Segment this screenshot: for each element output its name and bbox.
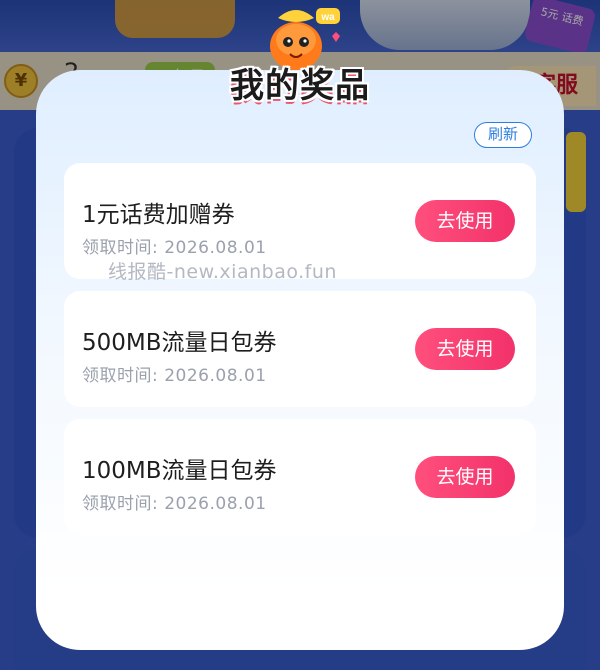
date-label: 领取时间:	[82, 238, 159, 258]
date-value: 2026.08.01	[164, 366, 267, 386]
use-button[interactable]: 去使用	[415, 200, 515, 242]
prize-card: 100MB流量日包券 领取时间: 2026.08.01 去使用	[64, 419, 536, 535]
prize-name: 1元话费加赠券	[82, 202, 235, 228]
prize-date: 领取时间: 2026.08.01	[82, 233, 267, 258]
svg-text:wa: wa	[320, 12, 335, 23]
prize-card: 500MB流量日包券 领取时间: 2026.08.01 去使用	[64, 291, 536, 407]
date-value: 2026.08.01	[164, 494, 267, 514]
date-label: 领取时间:	[82, 494, 159, 514]
date-value: 2026.08.01	[164, 238, 267, 258]
prize-date: 领取时间: 2026.08.01	[82, 489, 267, 514]
prize-date: 领取时间: 2026.08.01	[82, 361, 267, 386]
use-button[interactable]: 去使用	[415, 456, 515, 498]
prize-name: 500MB流量日包券	[82, 330, 277, 356]
refresh-button[interactable]: 刷新	[474, 122, 532, 148]
modal-title: 我的奖品	[230, 66, 370, 106]
prize-name: 100MB流量日包券	[82, 458, 277, 484]
use-button[interactable]: 去使用	[415, 328, 515, 370]
date-label: 领取时间:	[82, 366, 159, 386]
watermark-text: 线报酷-new.xianbao.fun	[108, 261, 337, 283]
